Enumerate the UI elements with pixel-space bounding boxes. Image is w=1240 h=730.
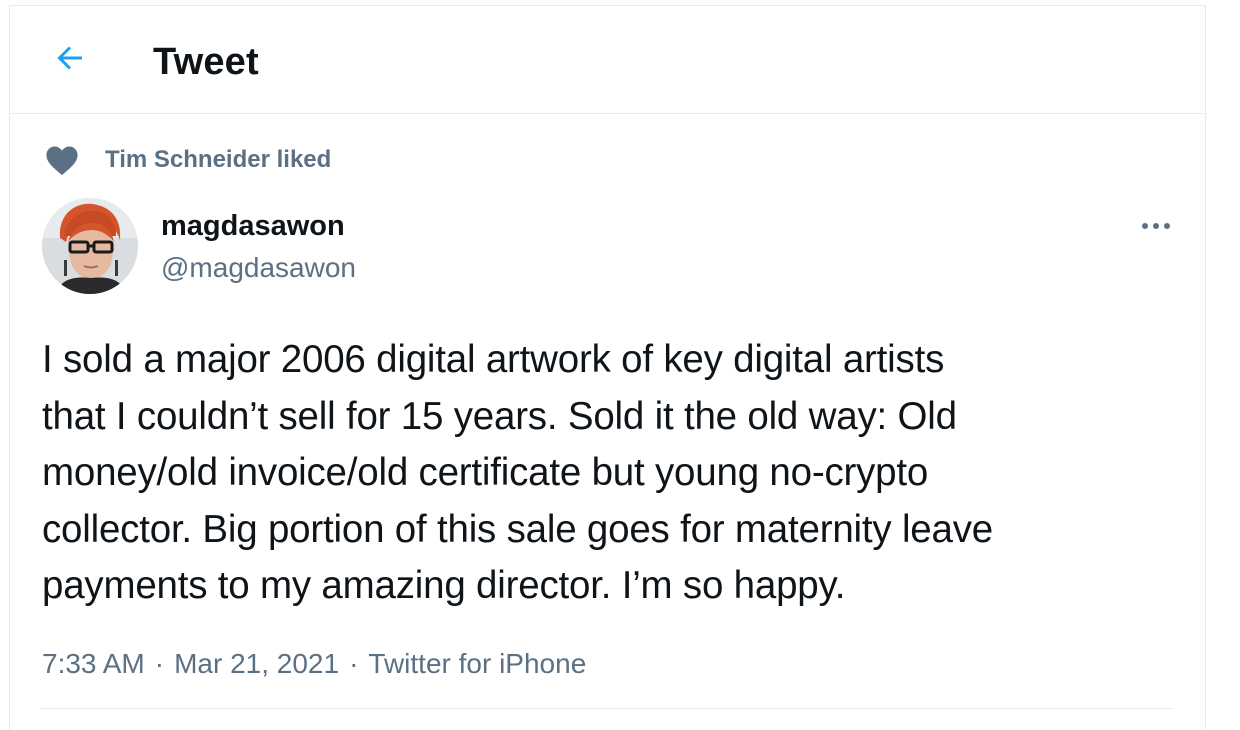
author-handle[interactable]: @magdasawon xyxy=(161,250,356,286)
meta-separator: · xyxy=(349,648,359,679)
arrow-left-icon xyxy=(57,46,82,70)
tweet-date[interactable]: Mar 21, 2021 xyxy=(174,644,339,684)
more-horizontal-icon xyxy=(1142,223,1170,229)
more-options-button[interactable] xyxy=(1136,206,1176,246)
liked-by-text[interactable]: Tim Schneider liked xyxy=(105,146,331,174)
main-column: Tweet Tim Schneider liked magdasawon @ma… xyxy=(9,5,1206,730)
tweet-text: I sold a major 2006 digital artwork of k… xyxy=(42,338,993,607)
back-button[interactable] xyxy=(40,28,100,88)
tweet-source[interactable]: Twitter for iPhone xyxy=(368,644,586,684)
page-title: Tweet xyxy=(153,41,259,83)
divider xyxy=(40,708,1174,709)
meta-separator: · xyxy=(154,648,165,679)
avatar-image xyxy=(42,198,138,294)
social-context: Tim Schneider liked xyxy=(44,140,331,180)
avatar[interactable] xyxy=(42,198,138,294)
tweet-page: Tweet Tim Schneider liked magdasawon @ma… xyxy=(0,0,1240,730)
heart-icon xyxy=(44,142,80,178)
page-header: Tweet xyxy=(10,6,1205,114)
tweet-time[interactable]: 7:33 AM xyxy=(42,644,145,684)
tweet-metadata: 7:33 AM · Mar 21, 2021 · Twitter for iPh… xyxy=(42,644,586,684)
author-display-name[interactable]: magdasawon xyxy=(161,208,345,244)
